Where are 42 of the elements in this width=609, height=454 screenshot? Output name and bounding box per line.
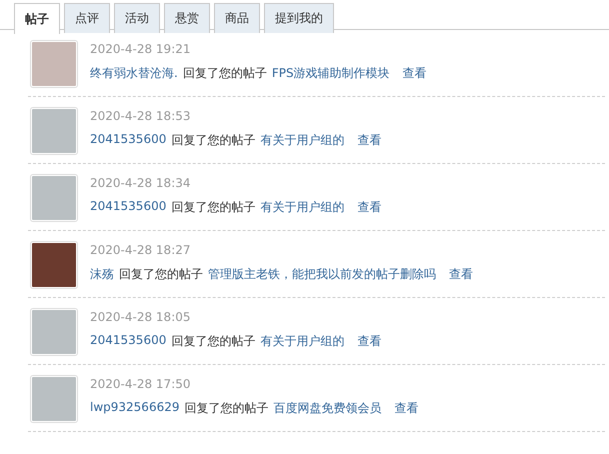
notification-time: 2020-4-28 18:05 <box>90 310 192 324</box>
tab[interactable]: 活动 <box>114 3 160 33</box>
action-text: 回复了您的帖子 <box>171 199 256 216</box>
avatar-placeholder <box>30 107 78 155</box>
view-link[interactable]: 查看 <box>402 65 427 82</box>
view-link[interactable]: 查看 <box>394 400 418 417</box>
action-text: 回复了您的帖子 <box>171 333 256 350</box>
user-link[interactable]: 2041535600 <box>90 132 166 149</box>
tab[interactable]: 点评 <box>64 3 110 33</box>
notification-time: 2020-4-28 19:21 <box>90 42 192 56</box>
avatar-placeholder <box>30 241 78 289</box>
view-link[interactable]: 查看 <box>357 199 382 216</box>
user-link[interactable]: 终有弱水替沧海. <box>90 65 178 82</box>
avatar-placeholder <box>30 174 78 222</box>
action-text: 回复了您的帖子 <box>119 266 203 283</box>
tab[interactable]: 帖子 <box>14 3 60 34</box>
notification-time: 2020-4-28 18:27 <box>90 243 192 257</box>
tab[interactable]: 提到我的 <box>264 3 334 33</box>
avatar-placeholder <box>30 308 78 356</box>
notification-time: 2020-4-28 18:34 <box>90 176 192 190</box>
thread-link[interactable]: 有关于用户组的 <box>260 132 344 149</box>
action-text: 回复了您的帖子 <box>184 400 268 417</box>
notification-time: 2020-4-28 18:53 <box>90 109 192 123</box>
avatar-placeholder <box>30 40 78 88</box>
avatar-placeholder <box>30 375 78 423</box>
thread-link[interactable]: 有关于用户组的 <box>260 333 344 350</box>
action-text: 回复了您的帖子 <box>182 65 267 82</box>
view-link[interactable]: 查看 <box>449 266 473 283</box>
thread-link[interactable]: FPS游戏辅助制作模块 <box>272 65 390 82</box>
user-link[interactable]: 2041535600 <box>90 199 166 216</box>
thread-link[interactable]: 管理版主老铁，能把我以前发的帖子删除吗 <box>208 266 436 283</box>
view-link[interactable]: 查看 <box>357 132 382 149</box>
user-link[interactable]: 2041535600 <box>90 333 166 350</box>
user-link[interactable]: lwp932566629 <box>90 400 180 417</box>
thread-link[interactable]: 百度网盘免费领会员 <box>273 400 382 417</box>
tab[interactable]: 商品 <box>214 3 260 33</box>
view-link[interactable]: 查看 <box>357 333 382 350</box>
tab[interactable]: 悬赏 <box>164 3 210 33</box>
thread-link[interactable]: 有关于用户组的 <box>260 199 344 216</box>
user-link[interactable]: 沫殇 <box>90 266 114 283</box>
notification-time: 2020-4-28 17:50 <box>90 377 192 391</box>
action-text: 回复了您的帖子 <box>171 132 256 149</box>
